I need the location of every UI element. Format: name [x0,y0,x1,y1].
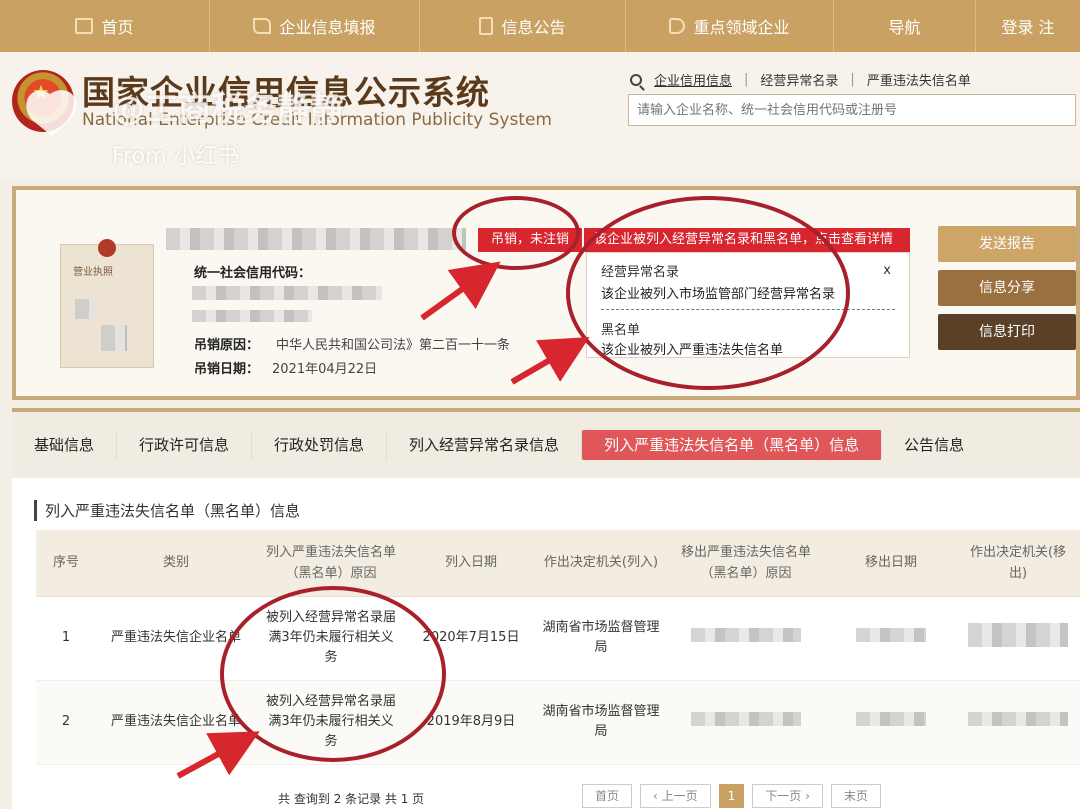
next-page-button[interactable]: 下一页 › [752,784,823,808]
search-link-blacklist[interactable]: 严重违法失信名单 [867,70,971,89]
blurred-cell [691,627,801,642]
heart-icon [26,90,77,136]
annotation-oval-status [452,196,580,270]
table-row: 2 严重违法失信企业名单 被列入经营异常名录届满3年仍未履行相关义务 2019年… [36,680,1080,765]
revoke-reason-label: 吊销原因： [194,338,260,353]
blurred-cell [856,627,926,642]
blurred-credit-code [192,286,382,300]
nav-announcements-label: 信息公告 [501,18,566,37]
nav-home-label: 首页 [101,18,134,37]
tab-announcements[interactable]: 公告信息 [882,430,986,460]
search-link-abnormal-list[interactable]: 经营异常名录 [760,70,838,89]
row-index: 2 [36,680,96,765]
row-removal-authority [956,596,1080,681]
tab-abnormal-list[interactable]: 列入经营异常名录信息 [387,430,583,460]
top-navigation: 首页 企业信息填报 信息公告 重点领域企业 导航 登录 注 [0,0,1080,52]
last-page-button[interactable]: 末页 [830,784,881,808]
speaker-icon [669,18,686,34]
annotation-oval-reason [220,586,446,762]
nav-announcements[interactable]: 信息公告 [420,0,626,52]
revoke-date-label: 吊销日期： [194,362,260,377]
search-link-credit-info[interactable]: 企业信用信息 [654,70,732,89]
tab-admin-penalty[interactable]: 行政处罚信息 [252,430,388,460]
record-summary: 共 查询到 2 条记录 共 1 页 [278,792,425,806]
credit-code-label: 统一社会信用代码： [194,266,312,281]
column-header: 移出日期 [826,530,956,597]
print-button[interactable]: 信息打印 [938,314,1076,350]
watermark-handle: @工商税务静静 [112,89,343,128]
row-removal-date [826,680,956,765]
row-removal-authority [956,680,1080,765]
nav-enterprise-report-label: 企业信息填报 [279,18,376,37]
detail-panel: 基础信息 行政许可信息 行政处罚信息 列入经营异常名录信息 列入严重违法失信名单… [12,408,1080,809]
nav-key-sectors[interactable]: 重点领域企业 [626,0,834,52]
nav-navigation[interactable]: 导航 [834,0,976,52]
row-removal-reason [666,596,826,681]
license-title: 营业执照 [73,267,113,278]
first-page-button[interactable]: 首页 [582,784,633,808]
separator: | [744,72,749,87]
column-header: 类别 [96,530,256,597]
close-icon[interactable]: x [883,263,891,278]
pagination: 首页 ‹ 上一页 1 下一页 › 末页 [582,784,881,808]
column-header: 作出决定机关(移出) [956,530,1080,597]
business-license-thumbnail[interactable]: 营业执照 [60,239,154,368]
send-report-button[interactable]: 发送报告 [938,226,1076,262]
column-header: 列入日期 [406,530,536,597]
search-icon [630,73,642,86]
separator: | [850,72,855,87]
blacklist-table: 序号 类别 列入严重违法失信名单（黑名单）原因 列入日期 作出决定机关(列入) … [36,530,1080,765]
nav-navigation-label: 导航 [888,18,921,37]
blurred-reg-info [192,310,312,322]
blurred-cell [968,622,1068,647]
annotation-oval-popup [566,196,850,390]
monitor-icon [75,18,94,34]
column-header: 序号 [36,530,96,597]
column-header: 作出决定机关(列入) [536,530,666,597]
column-header: 移出严重违法失信名单（黑名单）原因 [666,530,826,597]
watermark-source: From 小红书 [112,144,240,169]
row-authority: 湖南省市场监督管理局 [536,680,666,765]
blurred-cell [968,711,1068,726]
pen-icon [253,18,272,34]
table-header-row: 序号 类别 列入严重违法失信名单（黑名单）原因 列入日期 作出决定机关(列入) … [36,530,1080,597]
blurred-cell [856,711,926,726]
nav-enterprise-report[interactable]: 企业信息填报 [210,0,420,52]
prev-page-button[interactable]: ‹ 上一页 [640,784,711,808]
current-page[interactable]: 1 [718,784,745,808]
revoke-reason: 中华人民共和国公司法》第二百一十一条 [276,338,511,353]
revoke-date: 2021年04月22日 [272,362,378,377]
table-row: 1 严重违法失信企业名单 被列入经营异常名录届满3年仍未履行相关义务 2020年… [36,596,1080,681]
nav-home[interactable]: 首页 [0,0,210,52]
nav-login-label: 登录 注 [1001,18,1055,37]
tab-admin-license[interactable]: 行政许可信息 [117,430,253,460]
row-index: 1 [36,596,96,681]
blurred-content [75,299,95,319]
nav-key-sectors-label: 重点领域企业 [693,18,790,37]
blurred-cell [691,711,801,726]
section-title: 列入严重违法失信名单（黑名单）信息 [34,500,300,521]
blurred-content [101,325,127,351]
nav-login[interactable]: 登录 注 [976,0,1080,52]
info-tabs: 基础信息 行政许可信息 行政处罚信息 列入经营异常名录信息 列入严重违法失信名单… [12,412,1080,478]
search-type-links: 企业信用信息 | 经营异常名录 | 严重违法失信名单 [630,70,971,89]
search-input[interactable] [628,94,1076,126]
tab-basic-info[interactable]: 基础信息 [12,430,118,460]
tab-blacklist[interactable]: 列入严重违法失信名单（黑名单）信息 [582,430,883,460]
document-icon [479,17,494,35]
row-authority: 湖南省市场监督管理局 [536,596,666,681]
share-button[interactable]: 信息分享 [938,270,1076,306]
row-removal-reason [666,680,826,765]
row-removal-date [826,596,956,681]
blurred-company-name [166,228,466,250]
seal-icon [98,239,116,257]
